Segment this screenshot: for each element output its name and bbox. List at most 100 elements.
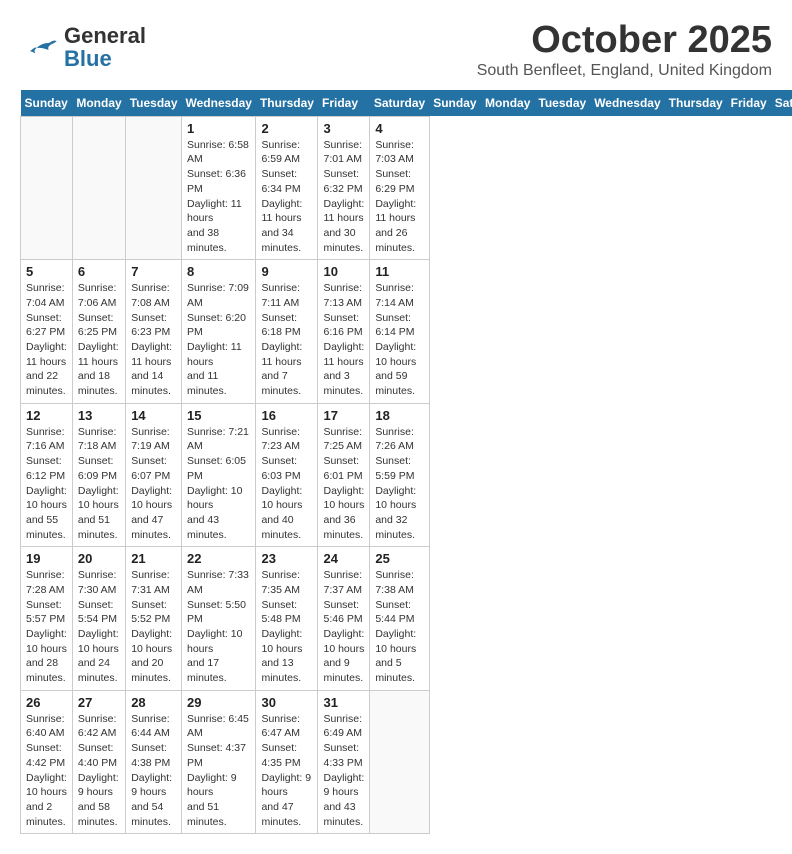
- day-number: 3: [323, 121, 364, 136]
- day-info: Sunrise: 7:03 AMSunset: 6:29 PMDaylight:…: [375, 138, 423, 256]
- day-number: 27: [78, 695, 120, 710]
- calendar-cell: [126, 116, 182, 260]
- calendar-cell: 9 Sunrise: 7:11 AMSunset: 6:18 PMDaylight…: [256, 260, 318, 404]
- day-info: Sunrise: 7:16 AMSunset: 6:12 PMDaylight:…: [26, 425, 67, 543]
- calendar-cell: 4 Sunrise: 7:03 AMSunset: 6:29 PMDaylight…: [370, 116, 429, 260]
- day-info: Sunrise: 7:18 AMSunset: 6:09 PMDaylight:…: [78, 425, 120, 543]
- header: General Blue October 2025 South Benfleet…: [20, 20, 772, 80]
- calendar-cell: 12Sunrise: 7:16 AMSunset: 6:12 PMDayligh…: [21, 403, 73, 547]
- calendar-cell: 29Sunrise: 6:45 AMSunset: 4:37 PMDayligh…: [182, 690, 256, 834]
- day-number: 10: [323, 264, 364, 279]
- day-info: Sunrise: 7:23 AMSunset: 6:03 PMDaylight:…: [261, 425, 312, 543]
- day-info: Sunrise: 7:06 AMSunset: 6:25 PMDaylight:…: [78, 281, 120, 399]
- day-info: Sunrise: 6:59 AMSunset: 6:34 PMDaylight:…: [261, 138, 312, 256]
- calendar-cell: 31 Sunrise: 6:49 AMSunset: 4:33 PMDayligh…: [318, 690, 370, 834]
- day-number: 16: [261, 408, 312, 423]
- calendar-cell: [72, 116, 125, 260]
- week-row-5: 26 Sunrise: 6:40 AMSunset: 4:42 PMDayligh…: [21, 690, 792, 834]
- day-info: Sunrise: 6:44 AMSunset: 4:38 PMDaylight:…: [131, 712, 176, 830]
- header-wednesday: Wednesday: [590, 90, 664, 117]
- header-day-monday: Monday: [72, 90, 125, 117]
- calendar-cell: 24 Sunrise: 7:37 AMSunset: 5:46 PMDayligh…: [318, 547, 370, 691]
- day-number: 26: [26, 695, 67, 710]
- day-info: Sunrise: 7:38 AMSunset: 5:44 PMDaylight:…: [375, 568, 423, 686]
- calendar-cell: 11 Sunrise: 7:14 AMSunset: 6:14 PMDayligh…: [370, 260, 429, 404]
- calendar-cell: 23Sunrise: 7:35 AMSunset: 5:48 PMDayligh…: [256, 547, 318, 691]
- bird-logo-icon: [20, 38, 60, 58]
- day-number: 6: [78, 264, 120, 279]
- header-day-thursday: Thursday: [256, 90, 318, 117]
- calendar-cell: 26 Sunrise: 6:40 AMSunset: 4:42 PMDayligh…: [21, 690, 73, 834]
- header-sunday: Sunday: [429, 90, 481, 117]
- header-friday: Friday: [727, 90, 771, 117]
- logo-text: General Blue: [64, 23, 146, 71]
- day-info: Sunrise: 7:28 AMSunset: 5:57 PMDaylight:…: [26, 568, 67, 686]
- day-info: Sunrise: 7:13 AMSunset: 6:16 PMDaylight:…: [323, 281, 364, 399]
- day-number: 22: [187, 551, 250, 566]
- day-info: Sunrise: 7:08 AMSunset: 6:23 PMDaylight:…: [131, 281, 176, 399]
- calendar-cell: [21, 116, 73, 260]
- day-number: 11: [375, 264, 423, 279]
- calendar-cell: 22 Sunrise: 7:33 AMSunset: 5:50 PMDayligh…: [182, 547, 256, 691]
- day-info: Sunrise: 7:30 AMSunset: 5:54 PMDaylight:…: [78, 568, 120, 686]
- day-info: Sunrise: 7:25 AMSunset: 6:01 PMDaylight:…: [323, 425, 364, 543]
- day-number: 21: [131, 551, 176, 566]
- day-info: Sunrise: 7:37 AMSunset: 5:46 PMDaylight:…: [323, 568, 364, 686]
- calendar-cell: 25Sunrise: 7:38 AMSunset: 5:44 PMDayligh…: [370, 547, 429, 691]
- calendar-cell: 18 Sunrise: 7:26 AMSunset: 5:59 PMDayligh…: [370, 403, 429, 547]
- calendar-cell: [370, 690, 429, 834]
- header-tuesday: Tuesday: [534, 90, 590, 117]
- week-row-3: 12Sunrise: 7:16 AMSunset: 6:12 PMDayligh…: [21, 403, 792, 547]
- calendar-cell: 27 Sunrise: 6:42 AMSunset: 4:40 PMDayligh…: [72, 690, 125, 834]
- day-number: 17: [323, 408, 364, 423]
- day-info: Sunrise: 7:04 AMSunset: 6:27 PMDaylight:…: [26, 281, 67, 399]
- header-day-saturday: Saturday: [370, 90, 429, 117]
- header-day-wednesday: Wednesday: [182, 90, 256, 117]
- calendar-cell: 2Sunrise: 6:59 AMSunset: 6:34 PMDaylight…: [256, 116, 318, 260]
- calendar-cell: 21 Sunrise: 7:31 AMSunset: 5:52 PMDayligh…: [126, 547, 182, 691]
- day-info: Sunrise: 6:58 AMSunset: 6:36 PMDaylight:…: [187, 138, 250, 256]
- calendar-cell: 13Sunrise: 7:18 AMSunset: 6:09 PMDayligh…: [72, 403, 125, 547]
- day-info: Sunrise: 6:45 AMSunset: 4:37 PMDaylight:…: [187, 712, 250, 830]
- day-info: Sunrise: 7:26 AMSunset: 5:59 PMDaylight:…: [375, 425, 423, 543]
- day-info: Sunrise: 6:47 AMSunset: 4:35 PMDaylight:…: [261, 712, 312, 830]
- calendar-cell: 8Sunrise: 7:09 AMSunset: 6:20 PMDaylight…: [182, 260, 256, 404]
- calendar-title: October 2025: [477, 20, 772, 62]
- day-info: Sunrise: 7:35 AMSunset: 5:48 PMDaylight:…: [261, 568, 312, 686]
- day-info: Sunrise: 7:11 AMSunset: 6:18 PMDaylight:…: [261, 281, 312, 399]
- day-number: 1: [187, 121, 250, 136]
- day-number: 9: [261, 264, 312, 279]
- calendar-subtitle: South Benfleet, England, United Kingdom: [477, 62, 772, 80]
- day-info: Sunrise: 7:33 AMSunset: 5:50 PMDaylight:…: [187, 568, 250, 686]
- day-number: 15: [187, 408, 250, 423]
- day-number: 24: [323, 551, 364, 566]
- calendar-cell: 14Sunrise: 7:19 AMSunset: 6:07 PMDayligh…: [126, 403, 182, 547]
- calendar-cell: 15Sunrise: 7:21 AMSunset: 6:05 PMDayligh…: [182, 403, 256, 547]
- day-info: Sunrise: 6:40 AMSunset: 4:42 PMDaylight:…: [26, 712, 67, 830]
- day-info: Sunrise: 7:31 AMSunset: 5:52 PMDaylight:…: [131, 568, 176, 686]
- calendar-cell: 20 Sunrise: 7:30 AMSunset: 5:54 PMDayligh…: [72, 547, 125, 691]
- calendar-cell: 5 Sunrise: 7:04 AMSunset: 6:27 PMDaylight…: [21, 260, 73, 404]
- day-info: Sunrise: 6:42 AMSunset: 4:40 PMDaylight:…: [78, 712, 120, 830]
- day-number: 4: [375, 121, 423, 136]
- header-day-tuesday: Tuesday: [126, 90, 182, 117]
- day-info: Sunrise: 6:49 AMSunset: 4:33 PMDaylight:…: [323, 712, 364, 830]
- day-number: 20: [78, 551, 120, 566]
- calendar-cell: 28 Sunrise: 6:44 AMSunset: 4:38 PMDayligh…: [126, 690, 182, 834]
- header-saturday: Saturday: [771, 90, 792, 117]
- calendar-cell: 19Sunrise: 7:28 AMSunset: 5:57 PMDayligh…: [21, 547, 73, 691]
- calendar-cell: 17 Sunrise: 7:25 AMSunset: 6:01 PMDayligh…: [318, 403, 370, 547]
- day-number: 31: [323, 695, 364, 710]
- calendar-cell: 3 Sunrise: 7:01 AMSunset: 6:32 PMDaylight…: [318, 116, 370, 260]
- day-number: 5: [26, 264, 67, 279]
- day-number: 18: [375, 408, 423, 423]
- day-info: Sunrise: 7:14 AMSunset: 6:14 PMDaylight:…: [375, 281, 423, 399]
- calendar-cell: 6 Sunrise: 7:06 AMSunset: 6:25 PMDaylight…: [72, 260, 125, 404]
- day-number: 8: [187, 264, 250, 279]
- day-number: 30: [261, 695, 312, 710]
- week-row-1: 1 Sunrise: 6:58 AMSunset: 6:36 PMDaylight…: [21, 116, 792, 260]
- day-number: 28: [131, 695, 176, 710]
- day-info: Sunrise: 7:01 AMSunset: 6:32 PMDaylight:…: [323, 138, 364, 256]
- header-thursday: Thursday: [665, 90, 727, 117]
- title-area: October 2025 South Benfleet, England, Un…: [477, 20, 772, 80]
